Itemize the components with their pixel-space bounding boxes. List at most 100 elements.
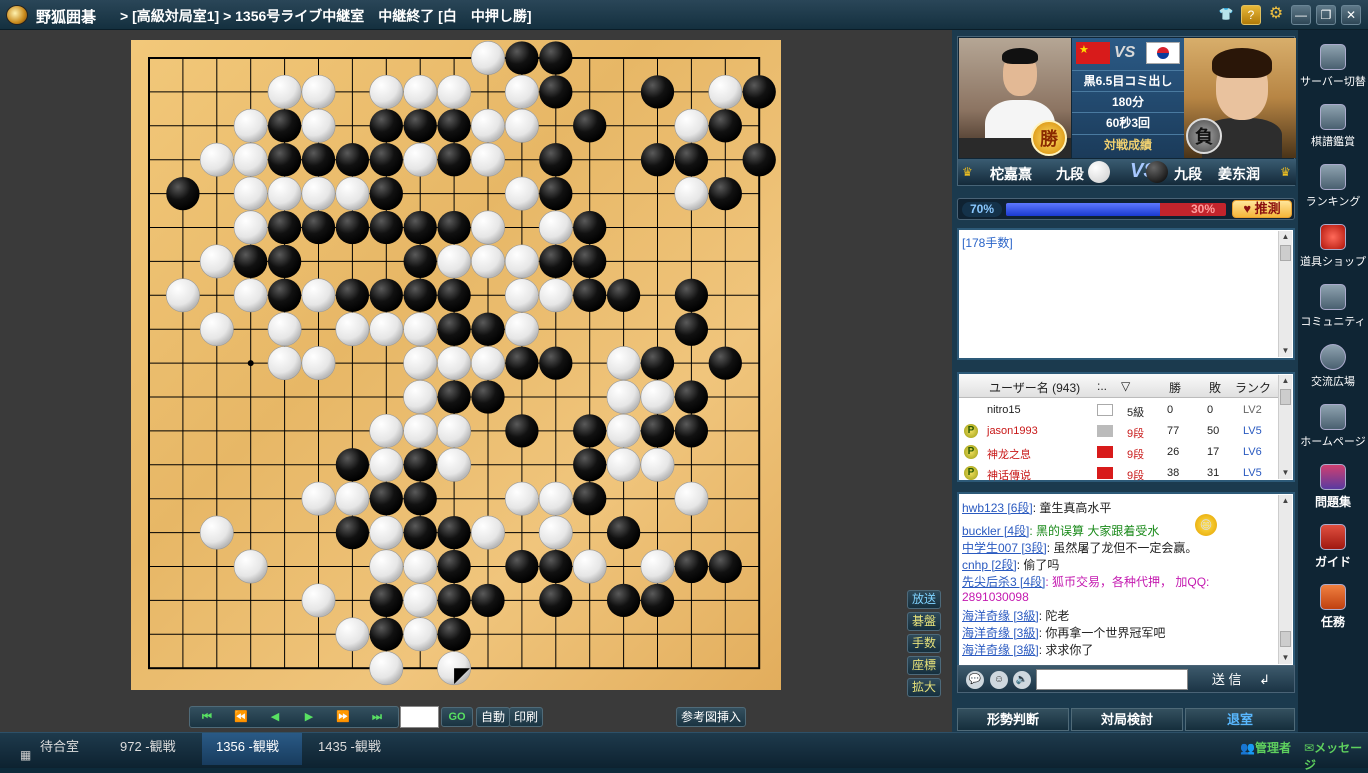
black-stone — [674, 312, 709, 346]
help-icon[interactable]: ? — [1241, 5, 1261, 25]
chat-bubble-icon[interactable]: 💬 — [966, 671, 984, 689]
chat-scrollbar[interactable]: ▲ ▼ — [1278, 495, 1292, 664]
review-button[interactable]: 対局検討 — [1071, 708, 1183, 731]
scroll-thumb[interactable] — [1280, 631, 1291, 647]
auto-play-button[interactable]: 自動 — [476, 707, 511, 727]
gear-icon[interactable]: ⚙ — [1266, 5, 1286, 25]
country-flag-icon — [1097, 446, 1113, 458]
scroll-thumb[interactable] — [1280, 389, 1291, 405]
print-button[interactable]: 印刷 — [509, 707, 544, 727]
next-move-button[interactable]: ▶ — [294, 709, 324, 725]
scroll-down-icon[interactable]: ▼ — [1279, 652, 1292, 664]
chat-username[interactable]: 中学生007 [3段] — [962, 541, 1047, 555]
user-row[interactable]: P 神话傳说 9段 38 31 LV5 — [959, 463, 1279, 484]
chat-username[interactable]: 海洋奇缘 [3級] — [962, 609, 1039, 623]
board-area: 放送 碁盤 手数 座標 拡大 ⏮ ⏪ ◀ ▶ ⏩ ⏭ GO 自動 印刷 参考図挿… — [0, 30, 952, 732]
black-stone — [471, 583, 505, 618]
user-name: jason1993 — [987, 425, 1038, 437]
shirt-icon[interactable]: 👕 — [1216, 5, 1236, 25]
record-button[interactable]: 対戦成績 — [1072, 134, 1184, 154]
chat-username[interactable]: buckler [4段] — [962, 524, 1029, 538]
user-row[interactable]: P 神龙之息 9段 26 17 LV6 — [959, 442, 1279, 463]
black-stone — [606, 583, 641, 618]
tab-waiting-room[interactable]: ▦ 待合室 — [0, 733, 96, 765]
minimize-icon[interactable]: — — [1291, 5, 1311, 25]
community-button[interactable]: コミュニティ — [1298, 284, 1368, 329]
back-ten-button[interactable]: ⏪ — [226, 709, 256, 725]
chat-username[interactable]: 海洋奇缘 [3級] — [962, 626, 1039, 640]
leave-room-button[interactable]: 退室 — [1185, 708, 1295, 731]
tab-room-1435[interactable]: 1435 -観戦 — [304, 733, 395, 765]
close-icon[interactable]: ✕ — [1341, 5, 1361, 25]
homepage-button[interactable]: ホームページ — [1298, 404, 1368, 449]
forward-ten-button[interactable]: ⏩ — [328, 709, 358, 725]
predict-button[interactable]: ♥ 推測 — [1232, 200, 1292, 218]
col-username[interactable]: ユーザー名 (943) — [989, 379, 1080, 396]
server-switch-button[interactable]: サーバー切替 — [1298, 44, 1368, 89]
black-stone — [471, 380, 505, 414]
title-bar: 野狐囲碁 > [高級対局室1] > 1356号ライブ中継室 中継終了 [白 中押… — [0, 0, 1368, 30]
scroll-thumb[interactable] — [1280, 245, 1291, 261]
white-stone — [233, 142, 268, 177]
black-stone — [437, 549, 471, 584]
people-icon: 👥 — [1240, 741, 1255, 755]
speaker-icon[interactable]: 🔈 — [1013, 671, 1031, 689]
chat-username[interactable]: cnhp [2段] — [962, 558, 1017, 572]
ranking-button[interactable]: ランキング — [1298, 164, 1368, 209]
position-judgment-button[interactable]: 形勢判断 — [957, 708, 1069, 731]
scroll-up-icon[interactable]: ▲ — [1279, 495, 1292, 507]
missions-button[interactable]: 任務 — [1298, 584, 1368, 630]
admin-link[interactable]: 👥管理者 — [1240, 739, 1291, 756]
tab-room-972[interactable]: 972 -観戦 — [106, 733, 190, 765]
move-number-button[interactable]: 手数 — [907, 634, 941, 653]
scroll-up-icon[interactable]: ▲ — [1279, 231, 1292, 243]
zoom-button[interactable]: 拡大 — [907, 678, 941, 697]
col-losses[interactable]: 敗 — [1209, 379, 1221, 396]
move-number-input[interactable] — [400, 706, 439, 728]
board-grid[interactable] — [131, 40, 781, 690]
user-row[interactable]: Pjason1993 9段 77 50 LV5 — [959, 421, 1279, 442]
black-stone — [267, 278, 302, 312]
sort-icon[interactable]: ▽ — [1121, 379, 1130, 393]
guide-button[interactable]: ガイド — [1298, 524, 1368, 570]
user-level: LV5 — [1243, 425, 1262, 437]
prev-move-button[interactable]: ◀ — [260, 709, 290, 725]
col-country[interactable]: :.. — [1097, 379, 1107, 393]
scroll-down-icon[interactable]: ▼ — [1279, 467, 1292, 479]
col-rank[interactable]: ランク — [1235, 379, 1271, 396]
first-move-button[interactable]: ⏮ — [192, 709, 222, 725]
white-stone — [335, 176, 370, 211]
crown-icon: ♛ — [1280, 165, 1291, 179]
comment-text: [178手数] — [962, 236, 1013, 250]
problems-button[interactable]: 問題集 — [1298, 464, 1368, 510]
item-shop-button[interactable]: 道具ショップ — [1298, 224, 1368, 269]
chat-username[interactable]: 海洋奇缘 [3級] — [962, 643, 1039, 657]
scroll-down-icon[interactable]: ▼ — [1279, 345, 1292, 357]
user-row[interactable]: nitro15 5級 0 0 LV2 — [959, 400, 1279, 421]
send-button[interactable]: 送 信 ↲ — [1191, 669, 1291, 690]
restore-icon[interactable]: ❐ — [1316, 5, 1336, 25]
black-stone — [539, 244, 573, 279]
comment-panel[interactable]: [178手数] ▲ ▼ — [957, 228, 1295, 360]
comment-scrollbar[interactable]: ▲ ▼ — [1278, 231, 1292, 357]
col-wins[interactable]: 勝 — [1169, 379, 1181, 396]
go-board[interactable] — [131, 40, 781, 690]
scroll-up-icon[interactable]: ▲ — [1279, 375, 1292, 387]
tab-room-1356[interactable]: 1356 -観戦 — [202, 733, 302, 765]
black-stone — [267, 244, 302, 279]
go-button[interactable]: GO — [441, 707, 473, 727]
broadcast-button[interactable]: 放送 — [907, 590, 941, 609]
user-list-scrollbar[interactable]: ▲ ▼ — [1278, 375, 1292, 479]
plaza-button[interactable]: 交流広場 — [1298, 344, 1368, 389]
white-stone — [403, 380, 438, 414]
chat-input[interactable] — [1036, 669, 1188, 690]
last-move-button[interactable]: ⏭ — [362, 709, 392, 725]
white-stone — [403, 142, 438, 177]
game-records-button[interactable]: 棋譜鑑賞 — [1298, 104, 1368, 149]
insert-diagram-button[interactable]: 参考図挿入 — [676, 707, 747, 727]
chat-username[interactable]: 先尖后杀3 [4段] — [962, 575, 1045, 589]
chat-username[interactable]: hwb123 [6段] — [962, 501, 1033, 515]
coordinates-button[interactable]: 座標 — [907, 656, 941, 675]
emoji-icon[interactable]: ☺ — [990, 671, 1008, 689]
board-button[interactable]: 碁盤 — [907, 612, 941, 631]
